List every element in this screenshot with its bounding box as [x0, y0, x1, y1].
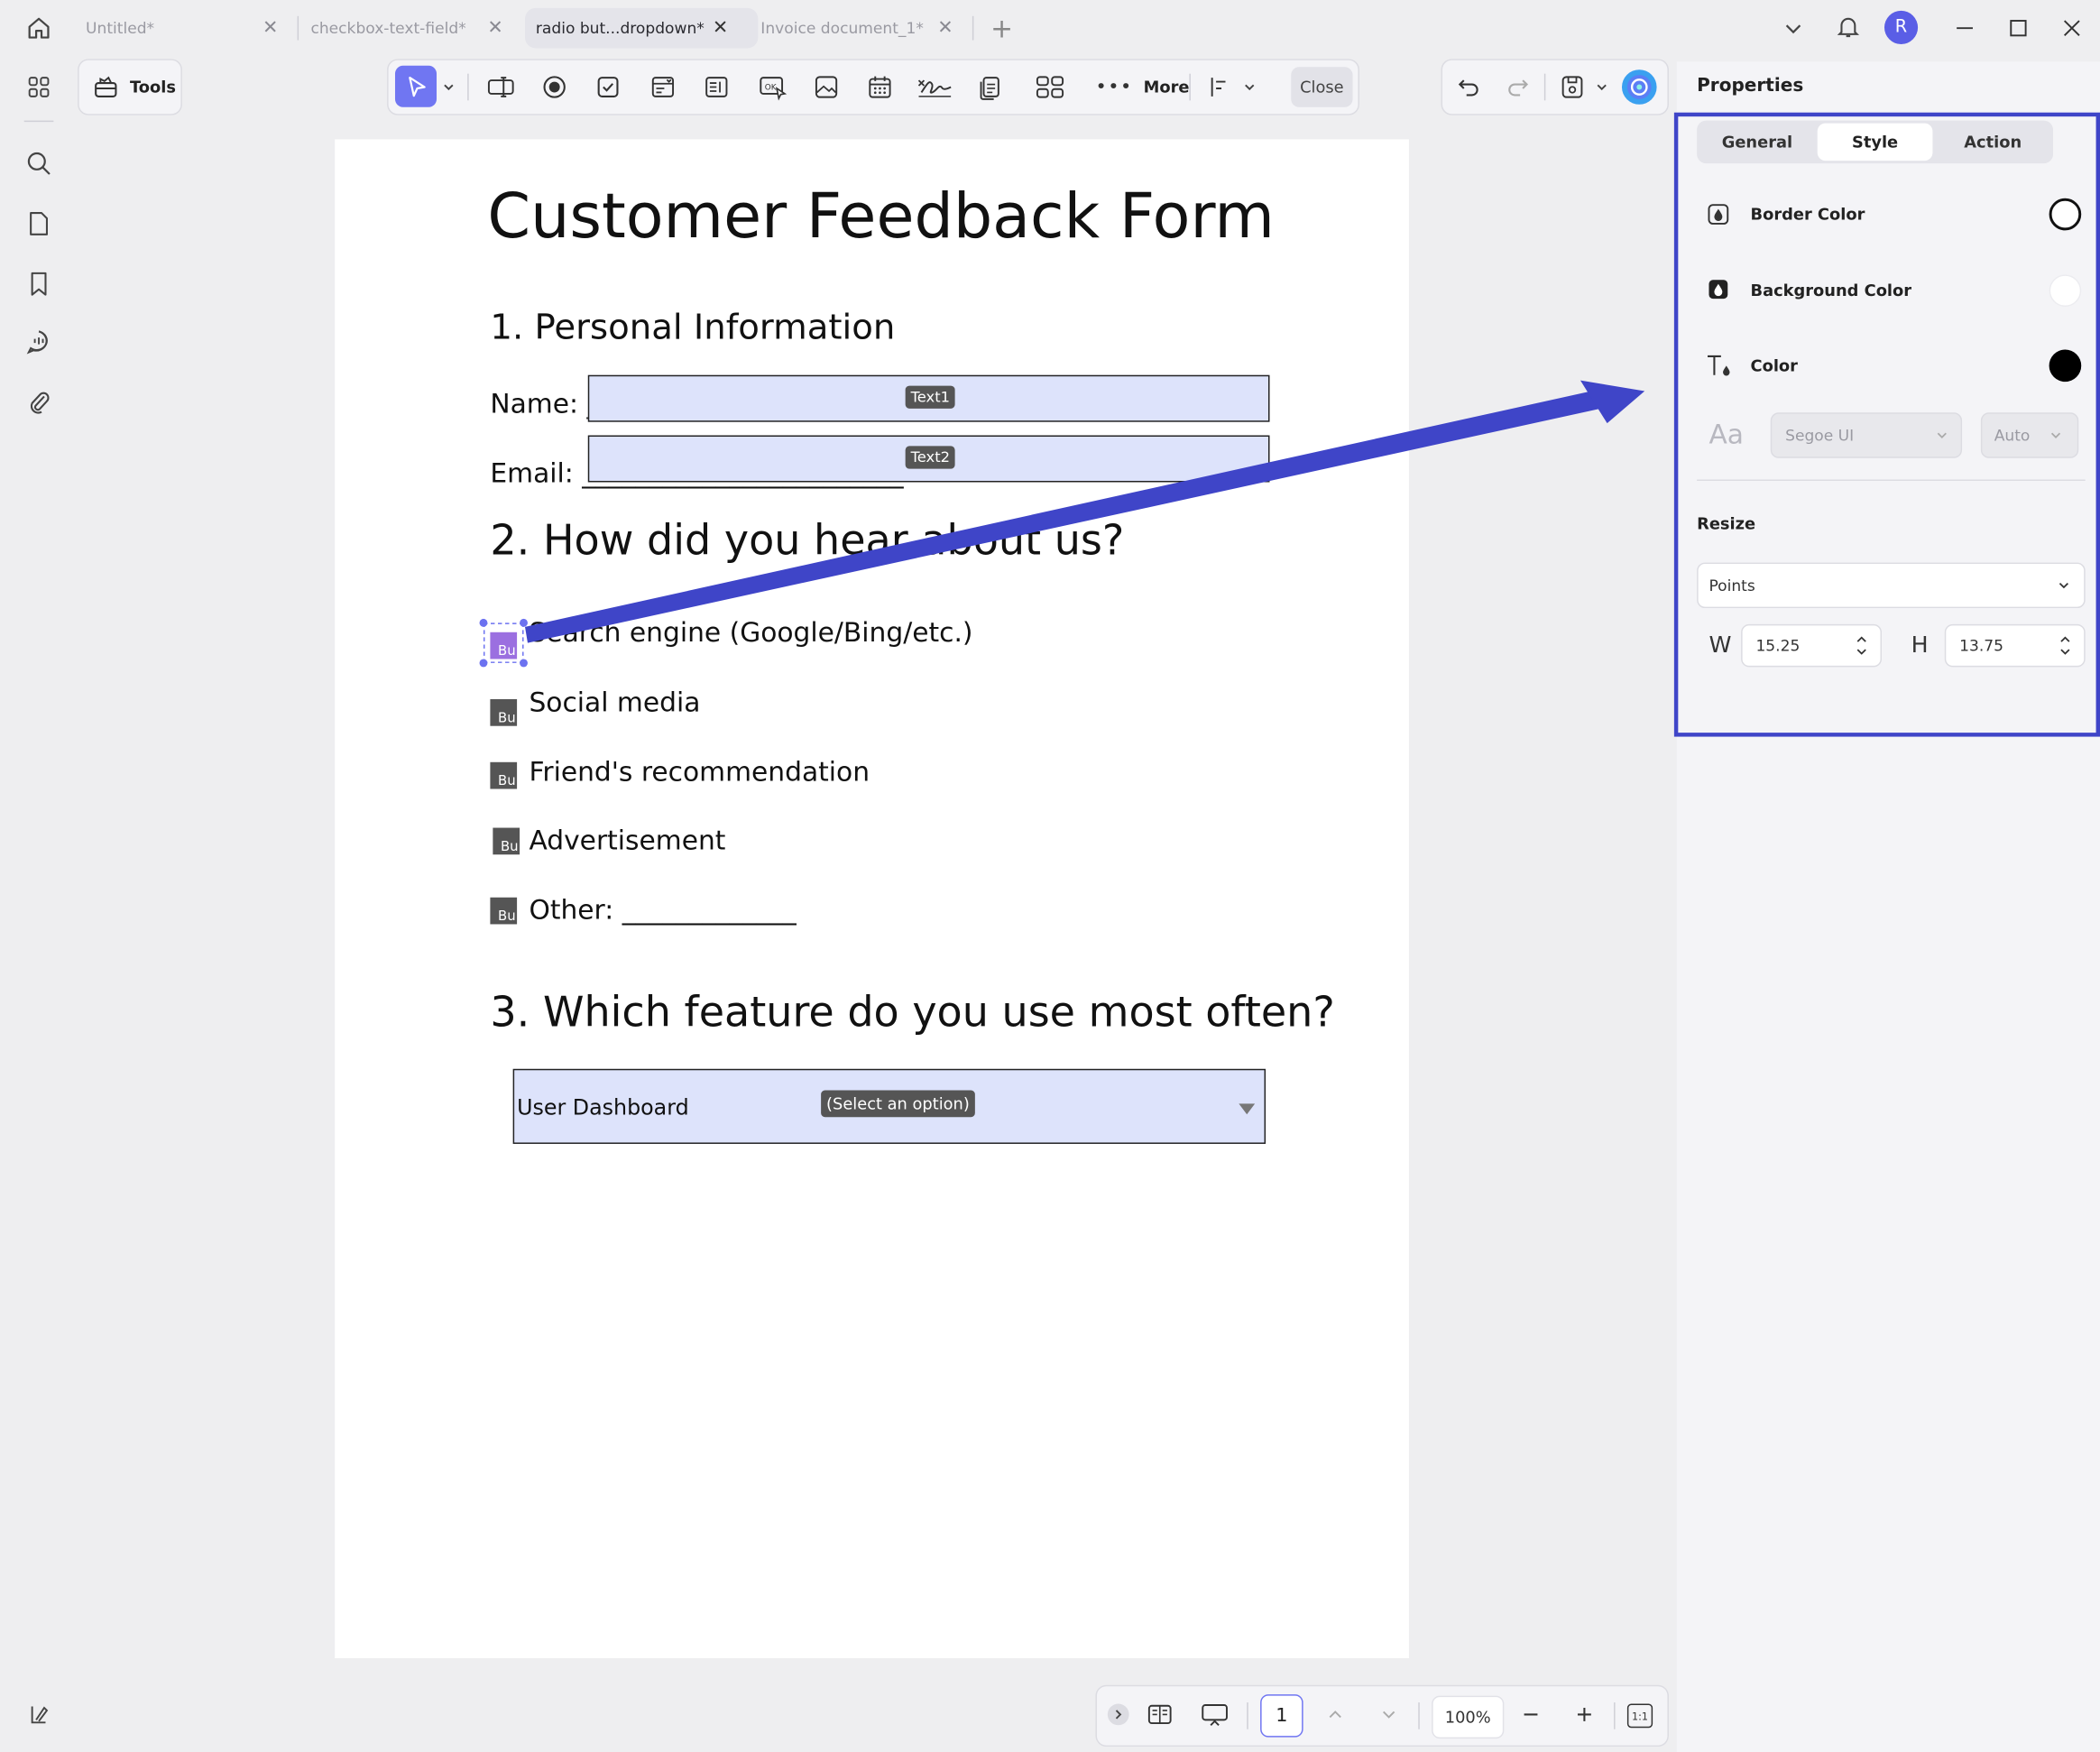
- actual-size-button[interactable]: 1:1: [1626, 1703, 1653, 1729]
- page-navigation-bar: 1 100% 1:1: [1095, 1684, 1669, 1747]
- panel-title: Properties: [1697, 75, 1804, 97]
- presentation-icon[interactable]: [1199, 1700, 1231, 1729]
- resize-label: Resize: [1697, 514, 1756, 533]
- reading-mode-icon[interactable]: [1145, 1700, 1174, 1729]
- units-select[interactable]: Points: [1697, 562, 2086, 609]
- width-input[interactable]: 15.25: [1741, 623, 1883, 668]
- chevron-up-icon[interactable]: [1322, 1701, 1349, 1729]
- page-number-input[interactable]: 1: [1260, 1694, 1303, 1738]
- stepper-icon[interactable]: [1855, 633, 1868, 661]
- tab-style[interactable]: Style: [1817, 123, 1933, 161]
- expand-arrow-icon[interactable]: [1107, 1703, 1129, 1726]
- zoom-in-icon[interactable]: [1571, 1701, 1598, 1729]
- tab-action[interactable]: Action: [1935, 124, 2050, 161]
- tab-general[interactable]: General: [1699, 124, 1815, 161]
- color-label: Color: [1750, 355, 1798, 375]
- stepper-icon[interactable]: [2059, 633, 2072, 661]
- property-tabs: General Style Action: [1697, 120, 2054, 164]
- text-color-swatch[interactable]: [2049, 349, 2082, 383]
- app-window: Untitled* ✕ checkbox-text-field* ✕ radio…: [0, 0, 2100, 1752]
- border-color-icon: [1704, 199, 1734, 229]
- font-size-select[interactable]: Auto: [1980, 412, 2079, 458]
- width-value: 15.25: [1755, 636, 1801, 656]
- panel-divider: [1697, 479, 2086, 482]
- background-color-label: Background Color: [1750, 281, 1912, 300]
- zoom-out-icon[interactable]: [1517, 1701, 1544, 1729]
- font-family-select[interactable]: Segoe UI: [1770, 412, 1963, 458]
- chevron-down-icon[interactable]: [1376, 1701, 1403, 1729]
- background-color-swatch[interactable]: [2049, 274, 2082, 307]
- font-family-value: Segoe UI: [1785, 426, 1855, 445]
- bar-divider: [1247, 1702, 1248, 1729]
- font-icon: Aa: [1709, 418, 1744, 450]
- chevron-down-icon: [2049, 428, 2063, 447]
- zoom-level[interactable]: 100%: [1432, 1695, 1505, 1739]
- text-color-icon: [1704, 351, 1736, 381]
- border-color-label: Border Color: [1750, 205, 1865, 224]
- chevron-down-icon: [2057, 577, 2070, 596]
- height-value: 13.75: [1959, 636, 2004, 656]
- background-color-icon: [1704, 274, 1734, 304]
- border-color-swatch[interactable]: [2049, 198, 2082, 231]
- chevron-down-icon: [1935, 428, 1948, 447]
- properties-panel: Properties General Style Action Border C…: [1673, 61, 2100, 1752]
- width-label: W: [1709, 632, 1732, 659]
- font-size-value: Auto: [1994, 426, 2031, 445]
- height-label: H: [1911, 632, 1929, 659]
- height-input[interactable]: 13.75: [1944, 623, 2086, 668]
- units-value: Points: [1709, 576, 1755, 595]
- bar-divider: [1614, 1702, 1616, 1729]
- bar-divider: [1418, 1702, 1420, 1729]
